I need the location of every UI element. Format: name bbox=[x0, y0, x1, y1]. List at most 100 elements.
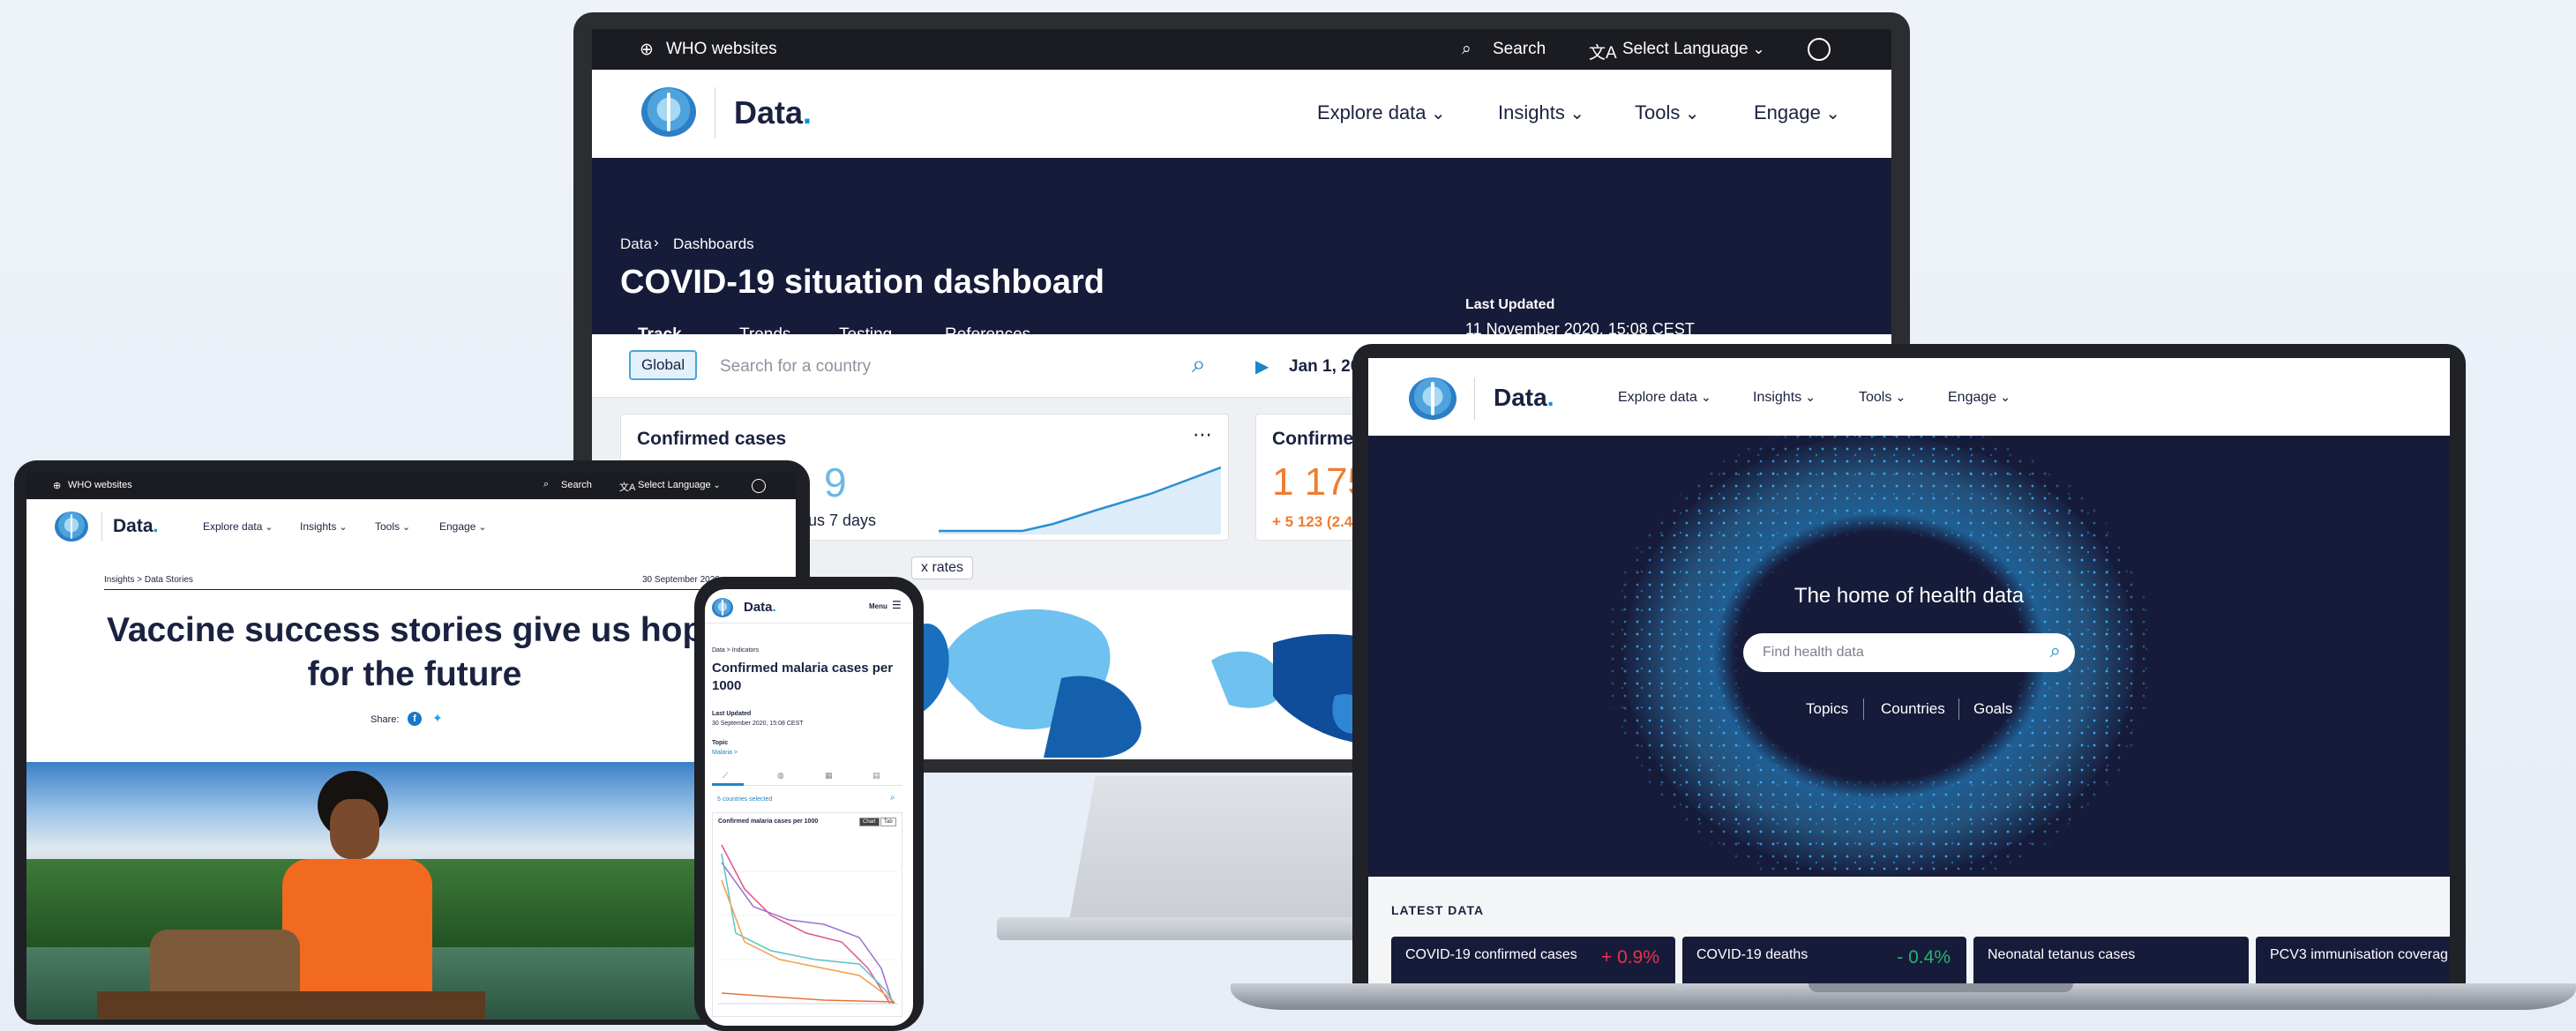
who-logo-icon[interactable] bbox=[55, 512, 88, 542]
date-control[interactable]: Jan 1, 20 bbox=[1289, 357, 1359, 377]
tablet-screen: ⊕ WHO websites ⌕ Search 文A Select Langua… bbox=[26, 473, 796, 1020]
countries-selected[interactable]: 5 countries selected bbox=[717, 796, 772, 803]
select-language[interactable]: Select Language bbox=[638, 480, 721, 490]
nav-explore-data[interactable]: Explore data bbox=[203, 520, 273, 533]
nav-insights[interactable]: Insights bbox=[1753, 390, 1816, 406]
search-icon[interactable]: ⌕ bbox=[2050, 639, 2061, 662]
card-title: Neonatal tetanus cases bbox=[1988, 947, 2136, 962]
brand-logo[interactable]: Data. bbox=[744, 600, 776, 615]
brand-logo[interactable]: Data. bbox=[113, 516, 158, 537]
health-search-input[interactable]: Find health data ⌕ bbox=[1743, 633, 2075, 672]
monitor-hero: Data › Dashboards COVID-19 situation das… bbox=[592, 158, 1891, 363]
who-websites-link[interactable]: WHO websites bbox=[68, 480, 132, 490]
data-card-neonatal-tetanus[interactable]: Neonatal tetanus cases bbox=[1973, 937, 2249, 986]
card-title: COVID-19 deaths bbox=[1696, 947, 1808, 962]
divider bbox=[1863, 699, 1864, 720]
translate-icon: 文A bbox=[1589, 44, 1617, 63]
account-icon[interactable] bbox=[752, 479, 766, 493]
tablet-topbar: ⊕ WHO websites ⌕ Search 文A Select Langua… bbox=[26, 473, 796, 499]
nav-explore-data[interactable]: Explore data bbox=[1618, 390, 1711, 406]
chart-toggle-chart[interactable]: Chart bbox=[859, 818, 880, 826]
card-title: Confirme bbox=[1272, 429, 1354, 449]
hamburger-icon[interactable]: ☰ bbox=[892, 599, 902, 611]
rates-chip[interactable]: x rates bbox=[911, 557, 974, 579]
doc-view-icon[interactable]: ▤ bbox=[872, 771, 880, 781]
who-logo-icon[interactable] bbox=[641, 87, 696, 137]
divider bbox=[1958, 699, 1959, 720]
search-icon[interactable]: ⌕ bbox=[1462, 40, 1471, 59]
facebook-icon[interactable]: f bbox=[408, 712, 422, 726]
search-link[interactable]: Search bbox=[561, 480, 592, 490]
who-logo-icon[interactable] bbox=[1409, 377, 1456, 420]
search-icon[interactable]: ⌕ bbox=[890, 793, 895, 803]
search-icon[interactable]: ⌕ bbox=[543, 479, 549, 490]
link-topics[interactable]: Topics bbox=[1806, 700, 1848, 718]
brand-logo[interactable]: Data. bbox=[734, 94, 812, 131]
account-icon[interactable] bbox=[1808, 38, 1831, 61]
who-logo-icon[interactable] bbox=[712, 598, 733, 617]
nav-tools[interactable]: Tools bbox=[1635, 101, 1699, 124]
card-change: - 0.4% bbox=[1897, 947, 1951, 967]
data-card-covid-deaths[interactable]: COVID-19 deaths - 0.4% bbox=[1682, 937, 1966, 986]
person-face bbox=[330, 799, 379, 859]
data-card-covid-cases[interactable]: COVID-19 confirmed cases + 0.9% bbox=[1391, 937, 1675, 986]
chart-title: Confirmed malaria cases per 1000 bbox=[718, 818, 819, 825]
last-updated-label: Last Updated bbox=[1465, 297, 1555, 312]
monitor-header: Data. Explore data Insights Tools Engage bbox=[592, 70, 1891, 158]
select-language[interactable]: Select Language bbox=[1622, 40, 1765, 59]
topic-link[interactable]: Malaria > bbox=[712, 750, 738, 756]
nav-engage[interactable]: Engage bbox=[439, 520, 486, 533]
laptop-screen: Data. Explore data Insights Tools Engage… bbox=[1368, 358, 2450, 986]
nav-tools[interactable]: Tools bbox=[1859, 390, 1906, 406]
nav-explore-data[interactable]: Explore data bbox=[1317, 101, 1446, 124]
page-title: Confirmed malaria cases per 1000 bbox=[712, 661, 894, 693]
play-icon[interactable]: ▶ bbox=[1255, 355, 1269, 377]
article-headline: Vaccine success stories give us hope for… bbox=[106, 611, 723, 693]
card-subtext: us 7 days bbox=[808, 512, 877, 529]
twitter-icon[interactable]: ✦ bbox=[432, 711, 443, 726]
map-view-icon[interactable]: ◍ bbox=[777, 771, 784, 781]
line-chart bbox=[718, 844, 898, 1005]
global-chip[interactable]: Global bbox=[629, 350, 698, 380]
trend-chart bbox=[939, 466, 1221, 534]
card-big-number: 9 bbox=[824, 459, 847, 505]
who-websites-link[interactable]: WHO websites bbox=[666, 40, 777, 59]
last-updated-value: 30 September 2020, 15:08 CEST bbox=[712, 721, 804, 727]
chart-panel: Confirmed malaria cases per 1000 Chart T… bbox=[712, 812, 902, 1017]
nav-tools[interactable]: Tools bbox=[375, 520, 410, 533]
search-icon[interactable]: ⌕ bbox=[1192, 350, 1206, 379]
country-search-input[interactable]: Search for a country bbox=[720, 357, 871, 377]
hero-photo bbox=[26, 762, 796, 1020]
card-title: Confirmed cases bbox=[637, 429, 787, 449]
data-card-pcv3[interactable]: PCV3 immunisation coverag bbox=[2256, 937, 2450, 986]
link-countries[interactable]: Countries bbox=[1881, 700, 1945, 718]
latest-data-section: LATEST DATA COVID-19 confirmed cases + 0… bbox=[1368, 877, 2450, 986]
link-goals[interactable]: Goals bbox=[1973, 700, 2012, 718]
monitor-topbar: ⊕ WHO websites ⌕ Search 文A Select Langua… bbox=[592, 29, 1891, 70]
divider bbox=[101, 512, 102, 542]
hero-title: The home of health data bbox=[1793, 584, 2025, 608]
table-view-icon[interactable]: ▦ bbox=[825, 771, 833, 781]
divider bbox=[1474, 377, 1475, 420]
search-link[interactable]: Search bbox=[1493, 40, 1546, 59]
page-title: COVID-19 situation dashboard bbox=[620, 264, 1105, 301]
last-updated-label: Last Updated bbox=[712, 711, 752, 717]
breadcrumb[interactable]: Data > Indicators bbox=[712, 647, 759, 654]
search-placeholder: Find health data bbox=[1763, 645, 1864, 660]
brand-logo[interactable]: Data. bbox=[1494, 384, 1554, 412]
card-title: COVID-19 confirmed cases bbox=[1405, 947, 1577, 962]
rule bbox=[104, 589, 722, 590]
breadcrumb-separator: › bbox=[654, 234, 659, 250]
breadcrumb-data[interactable]: Data bbox=[620, 235, 652, 253]
chart-toggle-table[interactable]: Tab bbox=[880, 818, 896, 826]
breadcrumb[interactable]: Insights > Data Stories bbox=[104, 575, 193, 585]
breadcrumb-dashboards[interactable]: Dashboards bbox=[673, 235, 754, 253]
nav-engage[interactable]: Engage bbox=[1754, 101, 1840, 124]
nav-engage[interactable]: Engage bbox=[1948, 390, 2011, 406]
menu-label[interactable]: Menu bbox=[869, 602, 887, 610]
nav-insights[interactable]: Insights bbox=[1498, 101, 1584, 124]
more-icon[interactable]: ⋯ bbox=[1193, 423, 1212, 446]
chart-view-icon[interactable]: ⟋ bbox=[723, 771, 728, 781]
nav-insights[interactable]: Insights bbox=[300, 520, 347, 533]
globe-icon: ⊕ bbox=[640, 41, 654, 59]
